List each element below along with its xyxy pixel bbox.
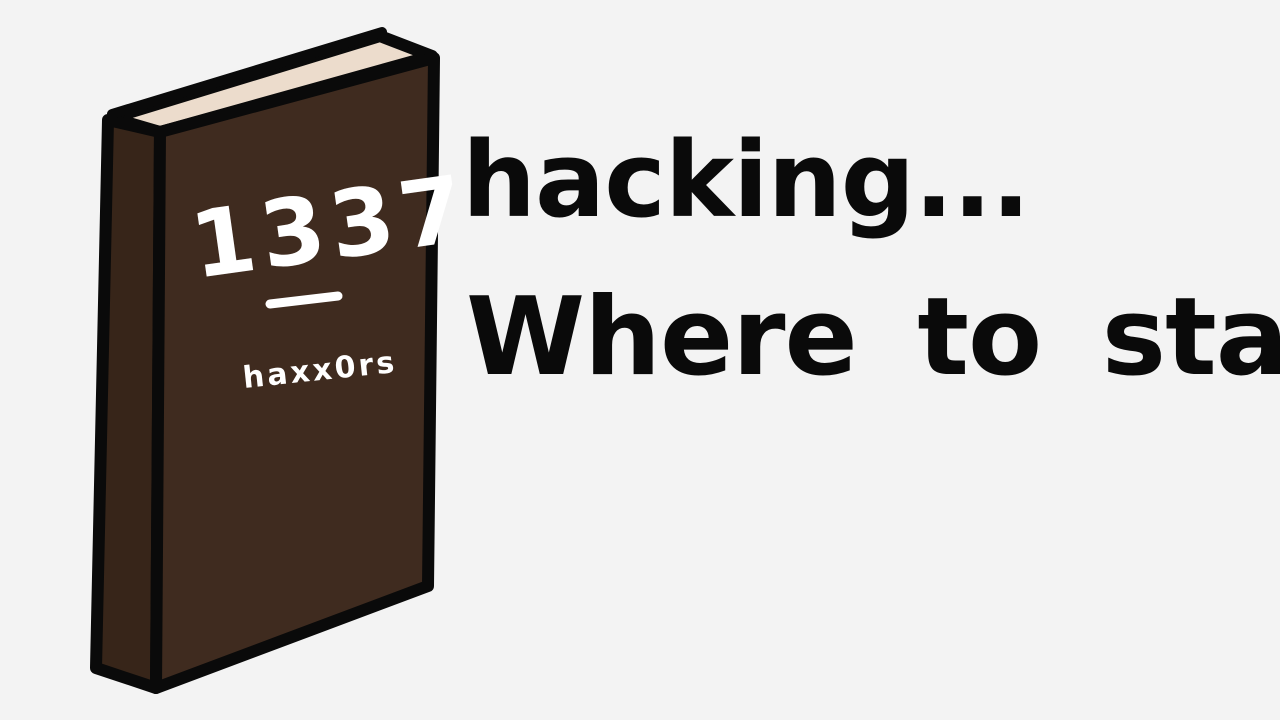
illustration-canvas: 1337 haxx0rs hacking... Where to start?: [0, 0, 1280, 720]
caption-line-1: hacking...: [462, 119, 1031, 241]
caption-line-2: Where to start?: [466, 275, 1280, 400]
book-spine: [90, 114, 166, 694]
